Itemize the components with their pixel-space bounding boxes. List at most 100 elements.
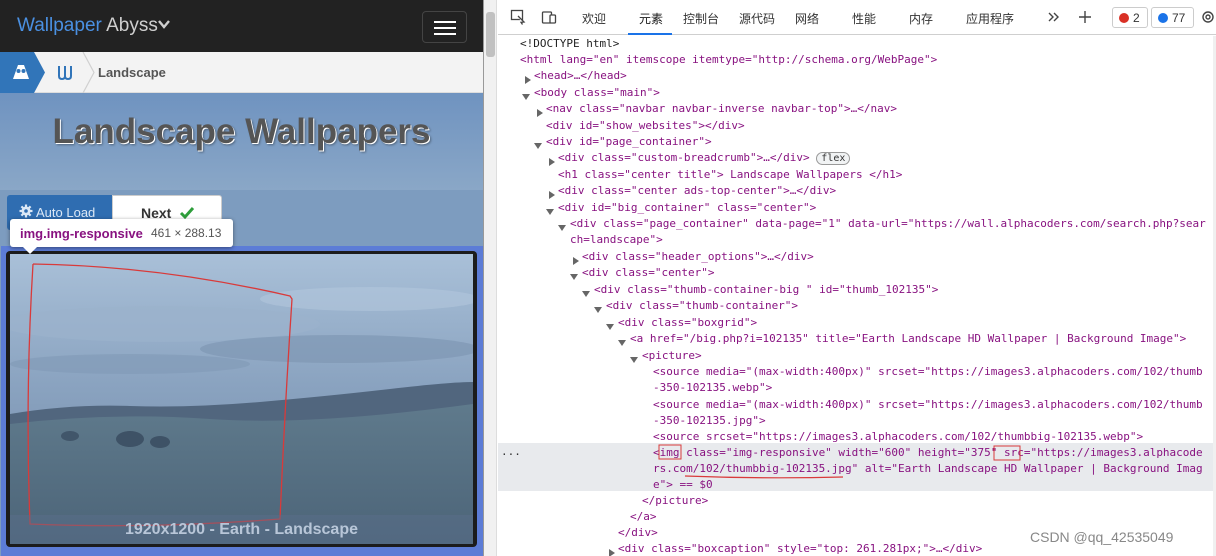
dom-line[interactable]: <div class="boxgrid"> bbox=[618, 315, 757, 331]
expand-arrow-icon[interactable] bbox=[608, 549, 616, 556]
tab-performance[interactable]: 性能 bbox=[852, 10, 876, 27]
errors-badge[interactable]: 2 bbox=[1112, 7, 1148, 28]
expand-arrow-icon[interactable] bbox=[536, 109, 544, 117]
error-icon bbox=[1119, 13, 1129, 23]
home-crumb[interactable] bbox=[0, 52, 46, 93]
auto-load-label: Auto Load bbox=[36, 205, 96, 220]
dom-line-text: <div id="page_container"> bbox=[546, 135, 712, 148]
dom-line[interactable]: <div class="thumb-container"> bbox=[606, 298, 798, 314]
dom-line[interactable]: <div id="show_websites"></div> bbox=[546, 118, 745, 134]
plus-icon[interactable] bbox=[1077, 9, 1093, 25]
wallpaper-thumbnail[interactable] bbox=[10, 254, 473, 544]
dom-line[interactable]: <picture> bbox=[642, 348, 702, 364]
dom-line-text: <a href="/big.php?i=102135" title="Earth… bbox=[630, 332, 1187, 345]
breadcrumb-landscape[interactable]: Landscape bbox=[98, 65, 166, 80]
settings-gear-icon[interactable] bbox=[1200, 9, 1216, 25]
tab-console[interactable]: 控制台 bbox=[683, 10, 719, 27]
expand-arrow-icon[interactable] bbox=[548, 191, 556, 199]
dom-line[interactable]: <div class="thumb-container-big " id="th… bbox=[594, 282, 938, 298]
thumbnail-caption: 1920x1200 - Earth - Landscape bbox=[10, 515, 473, 544]
hamburger-line bbox=[434, 33, 456, 35]
expand-arrow-icon[interactable] bbox=[524, 76, 532, 84]
dom-line[interactable]: </picture> bbox=[642, 493, 708, 509]
dom-line[interactable]: <source media="(max-width:400px)" srcset… bbox=[653, 364, 1203, 380]
dom-line[interactable]: <div class="custom-breadcrumb">…</div> f… bbox=[558, 150, 851, 166]
collapse-arrow-icon[interactable] bbox=[570, 273, 578, 281]
messages-badge[interactable]: 77 bbox=[1151, 7, 1194, 28]
chevron-down-icon[interactable] bbox=[157, 17, 171, 31]
dom-line-text: <div id="big_container" class="center"> bbox=[558, 201, 817, 214]
dom-line[interactable]: <body class="main"> bbox=[534, 85, 660, 101]
dom-line[interactable]: <nav class="navbar navbar-inverse navbar… bbox=[546, 101, 897, 117]
dom-line-wrap[interactable]: -350-102135.jpg"> bbox=[653, 413, 766, 429]
brand-name-blue: Wallpaper bbox=[17, 15, 102, 36]
expand-arrow-icon[interactable] bbox=[572, 257, 580, 265]
dom-line[interactable]: <div id="page_container"> bbox=[546, 134, 712, 150]
gear-icon bbox=[19, 204, 33, 218]
collapse-arrow-icon[interactable] bbox=[618, 339, 626, 347]
tab-memory[interactable]: 内存 bbox=[909, 10, 933, 27]
dom-line-text: <div class="center"> bbox=[582, 266, 715, 279]
tooltip-selector: img.img-responsive bbox=[20, 226, 143, 241]
collapse-arrow-icon[interactable] bbox=[546, 208, 554, 216]
tab-welcome[interactable]: 欢迎 bbox=[582, 10, 606, 27]
collapse-arrow-icon[interactable] bbox=[606, 323, 614, 331]
collapse-arrow-icon[interactable] bbox=[522, 93, 530, 101]
tab-elements[interactable]: 元素 bbox=[639, 10, 663, 27]
page-scrollbar[interactable] bbox=[484, 0, 497, 556]
dom-line[interactable]: <a href="/big.php?i=102135" title="Earth… bbox=[630, 331, 1186, 347]
dom-line-text: <h1 class="center title"> Landscape Wall… bbox=[558, 168, 903, 181]
tab-application[interactable]: 应用程序 bbox=[966, 10, 1014, 27]
dom-line[interactable]: <div class="boxcaption" style="top: 261.… bbox=[618, 541, 982, 556]
alphacoders-icon[interactable] bbox=[56, 63, 74, 81]
dom-line[interactable]: <div class="center ads-top-center">…</di… bbox=[558, 183, 836, 199]
dom-line[interactable]: </a> bbox=[630, 509, 657, 525]
dom-line-text: </a> bbox=[630, 510, 657, 523]
breadcrumb-separator bbox=[82, 52, 95, 93]
dom-line[interactable]: <div class="center"> bbox=[582, 265, 714, 281]
node-actions-menu[interactable]: ... bbox=[501, 445, 521, 458]
inspect-element-icon[interactable] bbox=[510, 9, 526, 25]
website-viewport: Wallpaper Abyss Landscape Landscape Wall… bbox=[0, 0, 483, 556]
dom-line-text: <div class="boxcaption" style="top: 261.… bbox=[618, 542, 983, 555]
dom-line[interactable]: <!DOCTYPE html> bbox=[520, 36, 619, 52]
dom-line-text: <picture> bbox=[642, 349, 702, 362]
collapse-arrow-icon[interactable] bbox=[594, 306, 602, 314]
collapse-arrow-icon[interactable] bbox=[558, 224, 566, 232]
dom-line[interactable]: <source media="(max-width:400px)" srcset… bbox=[653, 397, 1203, 413]
dom-line[interactable]: <html lang="en" itemscope itemtype="http… bbox=[520, 52, 937, 68]
tab-network[interactable]: 网络 bbox=[795, 10, 819, 27]
brand-logo[interactable]: Wallpaper Abyss bbox=[17, 15, 158, 37]
dom-line[interactable]: <h1 class="center title"> Landscape Wall… bbox=[558, 167, 902, 183]
collapse-arrow-icon[interactable] bbox=[582, 290, 590, 298]
expand-arrow-icon[interactable] bbox=[548, 158, 556, 166]
devtools-panel: 欢迎 元素 控制台 源代码 网络 性能 内存 应用程序 2 77 ... <!D… bbox=[498, 0, 1216, 556]
dom-line[interactable]: <div id="big_container" class="center"> bbox=[558, 200, 816, 216]
watermark: CSDN @qq_42535049 bbox=[1030, 529, 1174, 545]
dom-line-text: <body class="main"> bbox=[534, 86, 660, 99]
collapse-arrow-icon[interactable] bbox=[630, 356, 638, 364]
dom-line-text: <div class="page_container" data-page="1… bbox=[570, 217, 1206, 230]
message-count: 77 bbox=[1172, 11, 1186, 25]
dom-line[interactable]: <head>…</head> bbox=[534, 68, 627, 84]
dom-line-text: <source media="(max-width:400px)" srcset… bbox=[653, 398, 1203, 411]
navbar: Wallpaper Abyss bbox=[0, 0, 483, 52]
dom-line-text: </picture> bbox=[642, 494, 709, 507]
dom-line-wrap[interactable]: -350-102135.webp"> bbox=[653, 380, 772, 396]
device-toolbar-icon[interactable] bbox=[541, 9, 557, 25]
menu-toggle-button[interactable] bbox=[422, 11, 467, 43]
red-annotation-marks bbox=[658, 444, 844, 479]
hamburger-line bbox=[434, 21, 456, 23]
tab-sources[interactable]: 源代码 bbox=[739, 10, 775, 27]
dom-line[interactable]: </div> bbox=[618, 525, 658, 541]
dom-line[interactable]: <div class="header_options">…</div> bbox=[582, 249, 814, 265]
more-tabs-icon[interactable] bbox=[1046, 9, 1062, 25]
dom-line-text: -350-102135.jpg"> bbox=[653, 414, 766, 427]
dom-line-text: <div id="show_websites"></div> bbox=[546, 119, 745, 132]
flex-badge[interactable]: flex bbox=[816, 152, 851, 165]
message-icon bbox=[1158, 13, 1168, 23]
page-scrollbar-thumb[interactable] bbox=[486, 12, 495, 57]
dom-line-wrap[interactable]: ch=landscape"> bbox=[570, 232, 663, 248]
collapse-arrow-icon[interactable] bbox=[534, 142, 542, 150]
dom-line[interactable]: <div class="page_container" data-page="1… bbox=[570, 216, 1206, 232]
